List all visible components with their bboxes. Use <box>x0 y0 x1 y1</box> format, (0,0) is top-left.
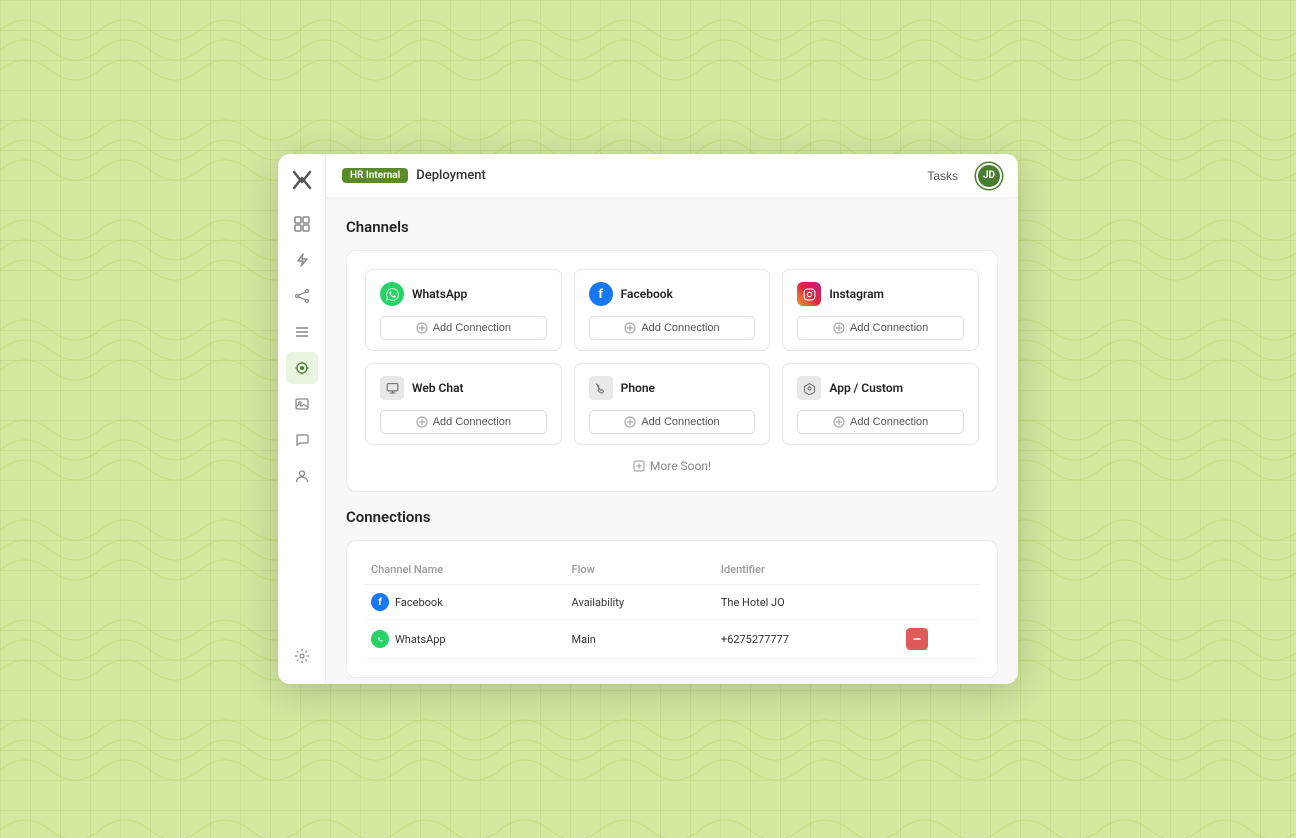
connections-table: Channel Name Flow Identifier f <box>365 559 979 659</box>
channel-header-appcustom: App / Custom <box>797 376 964 400</box>
facebook-add-label: Add Connection <box>641 322 719 334</box>
avatar: JD <box>976 163 1002 189</box>
sidebar-item-share[interactable] <box>286 280 318 312</box>
whatsapp-add-label: Add Connection <box>433 322 511 334</box>
channel-card-instagram: Instagram Add Connection <box>782 269 979 351</box>
whatsapp-row-action[interactable] <box>900 620 979 659</box>
channel-card-facebook: f Facebook Add Connection <box>574 269 771 351</box>
webchat-add-label: Add Connection <box>433 416 511 428</box>
sidebar-item-list[interactable] <box>286 316 318 348</box>
whatsapp-row-flow: Main <box>566 620 715 659</box>
channels-grid: WhatsApp Add Connection <box>365 269 979 445</box>
appcustom-channel-name: App / Custom <box>829 381 903 395</box>
col-flow: Flow <box>566 559 715 585</box>
sidebar-item-user[interactable] <box>286 460 318 492</box>
instagram-add-connection-btn[interactable]: Add Connection <box>797 316 964 340</box>
facebook-icon: f <box>589 282 613 306</box>
table-row-whatsapp: WhatsApp Main +6275277777 <box>365 620 979 659</box>
whatsapp-row-name: WhatsApp <box>395 633 446 646</box>
col-action <box>900 559 979 585</box>
col-channel: Channel Name <box>365 559 566 585</box>
sidebar-item-settings[interactable] <box>286 640 318 672</box>
channel-header-whatsapp: WhatsApp <box>380 282 547 306</box>
channel-header-phone: Phone <box>589 376 756 400</box>
col-identifier: Identifier <box>715 559 900 585</box>
facebook-add-connection-btn[interactable]: Add Connection <box>589 316 756 340</box>
channel-header-facebook: f Facebook <box>589 282 756 306</box>
channel-card-phone: Phone Add Connection <box>574 363 771 445</box>
app-container: HR Internal Deployment Tasks JD Channels <box>278 154 1018 684</box>
whatsapp-icon <box>380 282 404 306</box>
appcustom-icon <box>797 376 821 400</box>
whatsapp-row-channel: WhatsApp <box>365 620 566 659</box>
phone-channel-name: Phone <box>621 381 655 395</box>
sidebar <box>278 154 326 684</box>
phone-add-label: Add Connection <box>641 416 719 428</box>
hr-internal-badge: HR Internal <box>342 168 408 183</box>
table-row-facebook: f Facebook Availability The Hotel JO <box>365 585 979 620</box>
channel-card-whatsapp: WhatsApp Add Connection <box>365 269 562 351</box>
webchat-icon <box>380 376 404 400</box>
channel-header-instagram: Instagram <box>797 282 964 306</box>
sidebar-item-chat[interactable] <box>286 424 318 456</box>
sidebar-item-grid[interactable] <box>286 208 318 240</box>
topbar: HR Internal Deployment Tasks JD <box>326 154 1018 198</box>
tasks-button[interactable]: Tasks <box>919 165 966 187</box>
channel-card-webchat: Web Chat Add Connection <box>365 363 562 445</box>
content-area: Channels WhatsApp <box>326 198 1018 684</box>
instagram-add-label: Add Connection <box>850 322 928 334</box>
appcustom-add-connection-btn[interactable]: Add Connection <box>797 410 964 434</box>
appcustom-add-label: Add Connection <box>850 416 928 428</box>
facebook-channel-name: Facebook <box>621 287 673 301</box>
channels-section-title: Channels <box>346 218 998 236</box>
logo-icon <box>288 166 316 194</box>
facebook-row-icon: f <box>371 593 389 611</box>
instagram-icon <box>797 282 821 306</box>
channel-card-appcustom: App / Custom Add Connection <box>782 363 979 445</box>
webchat-add-connection-btn[interactable]: Add Connection <box>380 410 547 434</box>
whatsapp-channel-name: WhatsApp <box>412 287 467 301</box>
sidebar-item-image[interactable] <box>286 388 318 420</box>
channel-header-webchat: Web Chat <box>380 376 547 400</box>
connections-section-title: Connections <box>346 508 998 526</box>
main-content: HR Internal Deployment Tasks JD Channels <box>326 154 1018 684</box>
facebook-row-action <box>900 585 979 620</box>
whatsapp-row-icon <box>371 630 389 648</box>
more-soon: More Soon! <box>365 459 979 473</box>
facebook-row-name: Facebook <box>395 596 443 609</box>
facebook-row-identifier: The Hotel JO <box>715 585 900 620</box>
sidebar-item-deploy[interactable] <box>286 352 318 384</box>
sidebar-item-lightning[interactable] <box>286 244 318 276</box>
whatsapp-add-connection-btn[interactable]: Add Connection <box>380 316 547 340</box>
channels-section: WhatsApp Add Connection <box>346 250 998 492</box>
table-header-row: Channel Name Flow Identifier <box>365 559 979 585</box>
facebook-row-flow: Availability <box>566 585 715 620</box>
instagram-channel-name: Instagram <box>829 287 884 301</box>
whatsapp-delete-button[interactable] <box>906 628 928 650</box>
more-soon-label: More Soon! <box>650 459 711 473</box>
facebook-row-channel: f Facebook <box>365 585 566 620</box>
page-title: Deployment <box>416 168 486 183</box>
topbar-right: Tasks JD <box>919 163 1002 189</box>
phone-icon <box>589 376 613 400</box>
phone-add-connection-btn[interactable]: Add Connection <box>589 410 756 434</box>
whatsapp-row-identifier: +6275277777 <box>715 620 900 659</box>
connections-section: Channel Name Flow Identifier f <box>346 540 998 678</box>
webchat-channel-name: Web Chat <box>412 381 464 395</box>
